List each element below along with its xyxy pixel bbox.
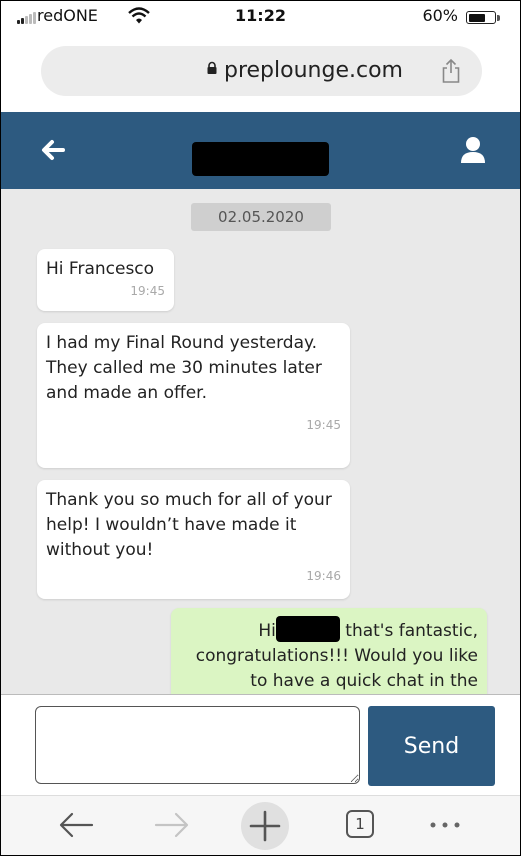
message-text: Thank you so much for all of your help! … xyxy=(46,490,332,560)
address-bar[interactable]: preplounge.com xyxy=(41,46,482,96)
message-time: 19:45 xyxy=(306,418,341,432)
send-button[interactable]: Send xyxy=(368,706,495,786)
redacted-name xyxy=(275,616,340,642)
message-text-start: Hi xyxy=(258,621,276,641)
browser-back-icon[interactable] xyxy=(56,806,96,844)
message-time: 19:45 xyxy=(130,284,165,298)
battery-tip-icon xyxy=(497,15,500,21)
battery-percentage: 60% xyxy=(422,6,458,25)
message-time: 19:46 xyxy=(306,569,341,583)
message-bubble-sent: Hi that's fantastic, congratulations!!! … xyxy=(171,608,487,694)
message-text: Hi that's fantastic, congratulations!!! … xyxy=(180,616,478,694)
message-input[interactable] xyxy=(35,706,360,784)
chat-header xyxy=(1,112,520,189)
message-bubble-received: I had my Final Round yesterday. They cal… xyxy=(37,323,350,468)
message-bubble-received: Hi Francesco 19:45 xyxy=(37,249,174,311)
tab-count: 1 xyxy=(355,815,365,833)
url-domain[interactable]: preplounge.com xyxy=(224,58,403,83)
phone-screen: redONE 11:22 60% preplounge.com 02.05.20… xyxy=(0,0,521,856)
battery-icon xyxy=(466,11,496,24)
status-bar: redONE 11:22 60% xyxy=(1,1,520,33)
date-separator: 02.05.2020 xyxy=(191,203,331,231)
more-options-icon[interactable] xyxy=(425,806,465,844)
chat-messages-area[interactable]: 02.05.2020 Hi Francesco 19:45 I had my F… xyxy=(1,189,520,694)
message-text: Hi Francesco xyxy=(46,259,155,279)
message-composer: Send xyxy=(1,694,520,795)
tabs-count-button[interactable]: 1 xyxy=(346,810,374,838)
back-arrow-icon[interactable] xyxy=(41,139,65,161)
user-profile-icon[interactable] xyxy=(460,136,486,164)
message-bubble-received: Thank you so much for all of your help! … xyxy=(37,480,350,599)
browser-address-area: preplounge.com xyxy=(1,33,520,111)
new-tab-plus-icon[interactable] xyxy=(241,802,289,850)
lock-icon xyxy=(207,61,217,74)
share-icon[interactable] xyxy=(440,58,462,84)
message-text: I had my Final Round yesterday. They cal… xyxy=(46,333,322,403)
browser-toolbar: 1 xyxy=(1,795,520,855)
browser-forward-icon[interactable] xyxy=(152,806,192,844)
redacted-contact-name xyxy=(192,142,329,176)
